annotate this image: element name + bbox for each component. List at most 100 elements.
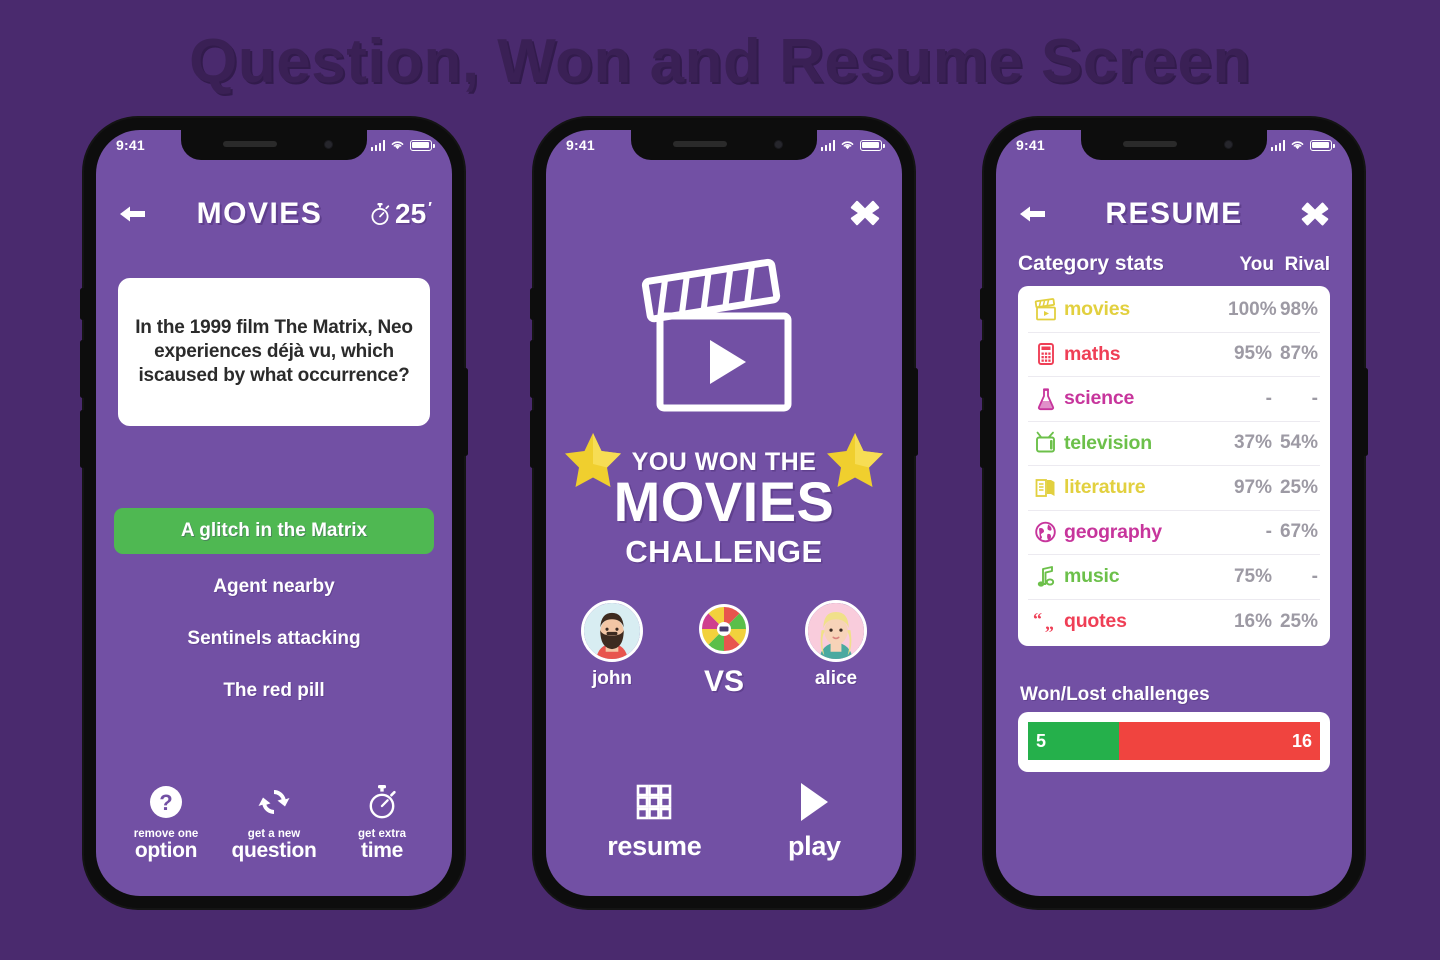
globe-icon xyxy=(1028,520,1064,544)
signal-bars-icon xyxy=(370,140,385,151)
resume-button[interactable]: resume xyxy=(607,777,702,862)
answer-options-list: A glitch in the Matrix Agent nearby Sent… xyxy=(114,508,434,717)
question-text: In the 1999 film The Matrix, Neo experie… xyxy=(135,316,413,387)
get-new-question-button[interactable]: get a new question xyxy=(222,781,326,862)
rival-value: 25% xyxy=(1279,610,1318,632)
battery-icon xyxy=(1310,140,1335,151)
table-row[interactable]: maths 95% 87% xyxy=(1028,333,1320,377)
screen-won: 9:41 YOU WON THE MOVIES CHALLENGE john V… xyxy=(546,130,902,896)
signal-bars-icon xyxy=(1270,140,1285,151)
television-icon xyxy=(1028,431,1064,455)
battery-icon xyxy=(410,140,435,151)
wifi-icon xyxy=(1291,141,1304,150)
you-value: - xyxy=(1265,521,1272,543)
tool-title: question xyxy=(231,838,317,862)
question-mark-circle-icon: ? xyxy=(114,781,218,823)
app-header-resume: RESUME xyxy=(996,188,1352,240)
category-name: literature xyxy=(1064,476,1146,499)
mute-switch[interactable] xyxy=(530,288,535,320)
you-value: 95% xyxy=(1233,343,1272,365)
rival-value: 54% xyxy=(1279,432,1318,454)
wifi-icon xyxy=(391,141,404,150)
resume-label: resume xyxy=(607,831,702,861)
table-row[interactable]: “ „ quotes 16% 25% xyxy=(1028,600,1320,645)
stopwatch-icon xyxy=(371,203,390,225)
volume-down-button[interactable] xyxy=(530,410,535,468)
won-lost-card: 5 16 xyxy=(1018,712,1330,772)
timer-display: 25 ′ xyxy=(369,198,432,230)
answer-option-3[interactable]: Sentinels attacking xyxy=(114,613,434,665)
page-header-title: MOVIES xyxy=(196,197,323,230)
category-name: quotes xyxy=(1064,610,1127,633)
back-arrow-icon[interactable] xyxy=(116,197,150,231)
spin-wheel-icon[interactable] xyxy=(697,602,751,656)
player-right-name: alice xyxy=(814,668,858,689)
you-value: 100% xyxy=(1228,298,1277,320)
answer-option-4[interactable]: The red pill xyxy=(114,665,434,717)
power-button[interactable] xyxy=(463,368,468,456)
player-right[interactable]: alice xyxy=(797,600,875,690)
category-name: science xyxy=(1064,387,1135,410)
play-button[interactable]: play xyxy=(788,777,841,862)
wifi-icon xyxy=(841,141,854,150)
table-row[interactable]: movies 100% 98% xyxy=(1028,288,1320,333)
back-arrow-icon[interactable] xyxy=(1016,197,1050,231)
lifeline-tools: ? remove one option get a new question g… xyxy=(112,781,436,862)
app-header-won xyxy=(546,188,902,240)
page-title: Question, Won and Resume Screen xyxy=(189,27,1251,96)
svg-text:?: ? xyxy=(159,790,172,815)
clapperboard-icon xyxy=(1028,297,1064,322)
avatar-male-icon xyxy=(581,600,643,662)
won-lost-bar: 5 16 xyxy=(1028,722,1320,760)
status-clock: 9:41 xyxy=(116,137,145,153)
volume-down-button[interactable] xyxy=(980,410,985,468)
player-left-name: john xyxy=(591,668,633,689)
status-clock: 9:41 xyxy=(566,137,595,153)
svg-text:“: “ xyxy=(1033,610,1042,629)
quote-marks-icon: “ „ xyxy=(1028,610,1064,634)
player-left[interactable]: john xyxy=(573,600,651,690)
stats-col-you: You xyxy=(1239,254,1274,275)
close-x-icon[interactable] xyxy=(848,196,882,230)
power-button[interactable] xyxy=(913,368,918,456)
rival-value: - xyxy=(1311,565,1318,587)
music-note-icon xyxy=(1028,565,1064,589)
category-name: television xyxy=(1064,431,1152,454)
won-category: MOVIES xyxy=(613,470,835,533)
app-header-question: MOVIES 25 ′ xyxy=(96,188,452,240)
table-row[interactable]: television 37% 54% xyxy=(1028,422,1320,466)
close-x-icon[interactable] xyxy=(1298,197,1332,231)
calculator-icon xyxy=(1028,342,1064,366)
rival-value: 67% xyxy=(1279,521,1318,543)
table-row[interactable]: literature 97% 25% xyxy=(1028,466,1320,511)
status-bar: 9:41 xyxy=(96,130,452,160)
volume-up-button[interactable] xyxy=(980,340,985,398)
screen-question: 9:41 MOVIES 25 ′ In the 1999 film The Ma… xyxy=(96,130,452,896)
you-value: - xyxy=(1265,387,1272,409)
mute-switch[interactable] xyxy=(980,288,985,320)
won-segment: 5 xyxy=(1028,722,1119,760)
table-row[interactable]: geography - 67% xyxy=(1028,511,1320,555)
answer-option-1[interactable]: A glitch in the Matrix xyxy=(114,508,434,554)
volume-down-button[interactable] xyxy=(80,410,85,468)
timer-value: 25 xyxy=(395,198,427,229)
mute-switch[interactable] xyxy=(80,288,85,320)
table-row[interactable]: science - - xyxy=(1028,377,1320,422)
won-lost-title: Won/Lost challenges xyxy=(1020,684,1210,705)
grid-squares-icon xyxy=(607,777,701,827)
table-row[interactable]: music 75% - xyxy=(1028,555,1320,600)
status-bar: 9:41 xyxy=(996,130,1352,160)
category-name: music xyxy=(1064,565,1120,588)
play-label: play xyxy=(787,831,841,861)
answer-option-2[interactable]: Agent nearby xyxy=(114,561,434,613)
power-button[interactable] xyxy=(1363,368,1368,456)
remove-one-option-button[interactable]: ? remove one option xyxy=(114,781,218,862)
get-extra-time-button[interactable]: get extra time xyxy=(330,781,434,862)
stats-table: movies 100% 98% maths 95% 87% science - … xyxy=(1018,286,1330,646)
status-clock: 9:41 xyxy=(1016,137,1045,153)
question-card: In the 1999 film The Matrix, Neo experie… xyxy=(118,278,430,426)
volume-up-button[interactable] xyxy=(530,340,535,398)
category-name: movies xyxy=(1064,298,1131,321)
volume-up-button[interactable] xyxy=(80,340,85,398)
play-triangle-icon xyxy=(788,777,841,827)
